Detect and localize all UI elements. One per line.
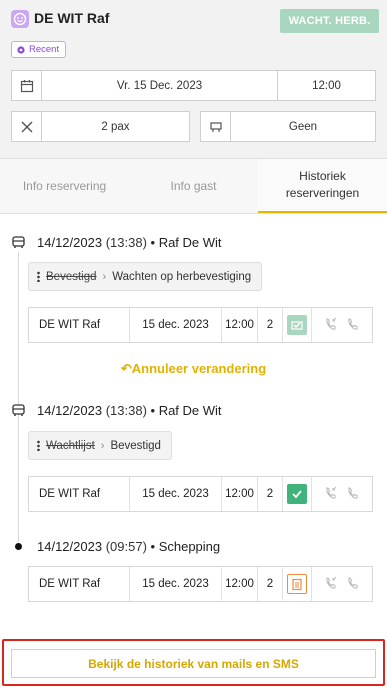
row-date: 15 dec. 2023	[130, 567, 222, 601]
row-pax: 2	[258, 477, 283, 511]
status-change: Wachtlijst › Bevestigd	[28, 431, 172, 460]
status-from: Bevestigd	[46, 270, 97, 283]
gear-icon	[17, 45, 25, 54]
status-to: Bevestigd	[110, 439, 161, 452]
phone-incoming-icon[interactable]	[324, 576, 338, 593]
row-status	[283, 477, 312, 511]
chevron-right-icon: ›	[100, 439, 105, 452]
entry-actor: Schepping	[158, 539, 221, 554]
confirmed-icon[interactable]	[287, 484, 307, 504]
entry-date: 14/12/2023	[37, 539, 103, 554]
tab-info-gast[interactable]: Info gast	[129, 159, 258, 213]
row-status	[283, 567, 312, 601]
entry-time: (09:57)	[105, 539, 147, 554]
tab-historiek-label: Historiek reserveringen	[285, 169, 360, 200]
guest-name[interactable]: DE WIT Raf	[34, 10, 109, 26]
tab-historiek-reserveringen[interactable]: Historiek reserveringen	[258, 159, 387, 213]
row-phones	[312, 567, 372, 601]
tab-bar: Info reservering Info gast Historiek res…	[0, 158, 387, 214]
undo-icon: ↶	[120, 361, 132, 376]
timeline-dot	[15, 543, 22, 550]
date-time-row: Vr. 15 Dec. 2023 12:00	[11, 70, 376, 101]
calendar-icon[interactable]	[11, 70, 42, 101]
row-status	[283, 308, 312, 342]
time-field[interactable]: 12:00	[277, 70, 376, 101]
row-date: 15 dec. 2023	[130, 477, 222, 511]
row-name: DE WIT Raf	[29, 477, 130, 511]
highlighted-area: Bekijk de historiek van mails en SMS	[2, 639, 385, 686]
status-change: Bevestigd › Wachten op herbevestiging	[28, 262, 263, 291]
pax-table-row: 2 pax Geen	[11, 111, 376, 142]
cutlery-icon[interactable]	[11, 111, 42, 142]
recent-tag-label: Recent	[29, 44, 60, 55]
table-row[interactable]: DE WIT Raf 15 dec. 2023 12:00 2	[28, 307, 373, 343]
status-from: Wachtlijst	[46, 439, 95, 452]
row-phones	[312, 308, 372, 342]
history-entry-title: 14/12/2023 (13:38) • Raf De Wit	[37, 235, 222, 250]
more-icon[interactable]	[37, 271, 40, 282]
phone-incoming-icon[interactable]	[324, 317, 338, 334]
row-time: 12:00	[222, 308, 258, 342]
awaiting-confirmation-icon[interactable]	[287, 315, 307, 335]
row-phones	[312, 477, 372, 511]
history-entry-title: 14/12/2023 (13:38) • Raf De Wit	[37, 403, 222, 418]
phone-incoming-icon[interactable]	[324, 486, 338, 503]
history-entry-title: 14/12/2023 (09:57) • Schepping	[37, 539, 221, 554]
entry-date: 14/12/2023	[37, 403, 103, 418]
undo-label: Annuleer verandering	[131, 361, 267, 376]
table-field[interactable]: Geen	[230, 111, 376, 142]
entry-time: (13:38)	[105, 403, 147, 418]
status-button[interactable]: WACHT. HERB.	[280, 9, 379, 33]
timeline-line	[18, 252, 19, 542]
table-icon[interactable]	[200, 111, 231, 142]
row-pax: 2	[258, 567, 283, 601]
row-pax: 2	[258, 308, 283, 342]
chevron-right-icon: ›	[102, 270, 107, 283]
view-mail-sms-history-button[interactable]: Bekijk de historiek van mails en SMS	[11, 649, 376, 678]
entry-actor: Raf De Wit	[158, 403, 222, 418]
waitlist-icon[interactable]	[287, 574, 307, 594]
phone-icon[interactable]	[346, 576, 360, 593]
entry-actor: Raf De Wit	[158, 235, 222, 250]
bus-icon	[11, 403, 26, 418]
reservation-summary: DE WIT Raf WACHT. HERB. Recent Vr. 15 De…	[0, 0, 387, 158]
bus-icon	[11, 235, 26, 250]
table-row[interactable]: DE WIT Raf 15 dec. 2023 12:00 2	[28, 476, 373, 512]
table-row[interactable]: DE WIT Raf 15 dec. 2023 12:00 2	[28, 566, 373, 602]
row-name: DE WIT Raf	[29, 567, 130, 601]
date-field[interactable]: Vr. 15 Dec. 2023	[41, 70, 278, 101]
smiley-icon	[11, 10, 29, 28]
guest-header: DE WIT Raf WACHT. HERB.	[11, 9, 379, 33]
row-time: 12:00	[222, 477, 258, 511]
row-name: DE WIT Raf	[29, 308, 130, 342]
row-date: 15 dec. 2023	[130, 308, 222, 342]
undo-change-button[interactable]: ↶Annuleer verandering	[0, 361, 387, 377]
pax-field[interactable]: 2 pax	[41, 111, 190, 142]
phone-icon[interactable]	[346, 317, 360, 334]
entry-date: 14/12/2023	[37, 235, 103, 250]
status-to: Wachten op herbevestiging	[112, 270, 252, 283]
entry-time: (13:38)	[105, 235, 147, 250]
tab-info-reservering[interactable]: Info reservering	[0, 159, 129, 213]
phone-icon[interactable]	[346, 486, 360, 503]
more-icon[interactable]	[37, 440, 40, 451]
row-time: 12:00	[222, 567, 258, 601]
recent-tag: Recent	[11, 41, 67, 58]
